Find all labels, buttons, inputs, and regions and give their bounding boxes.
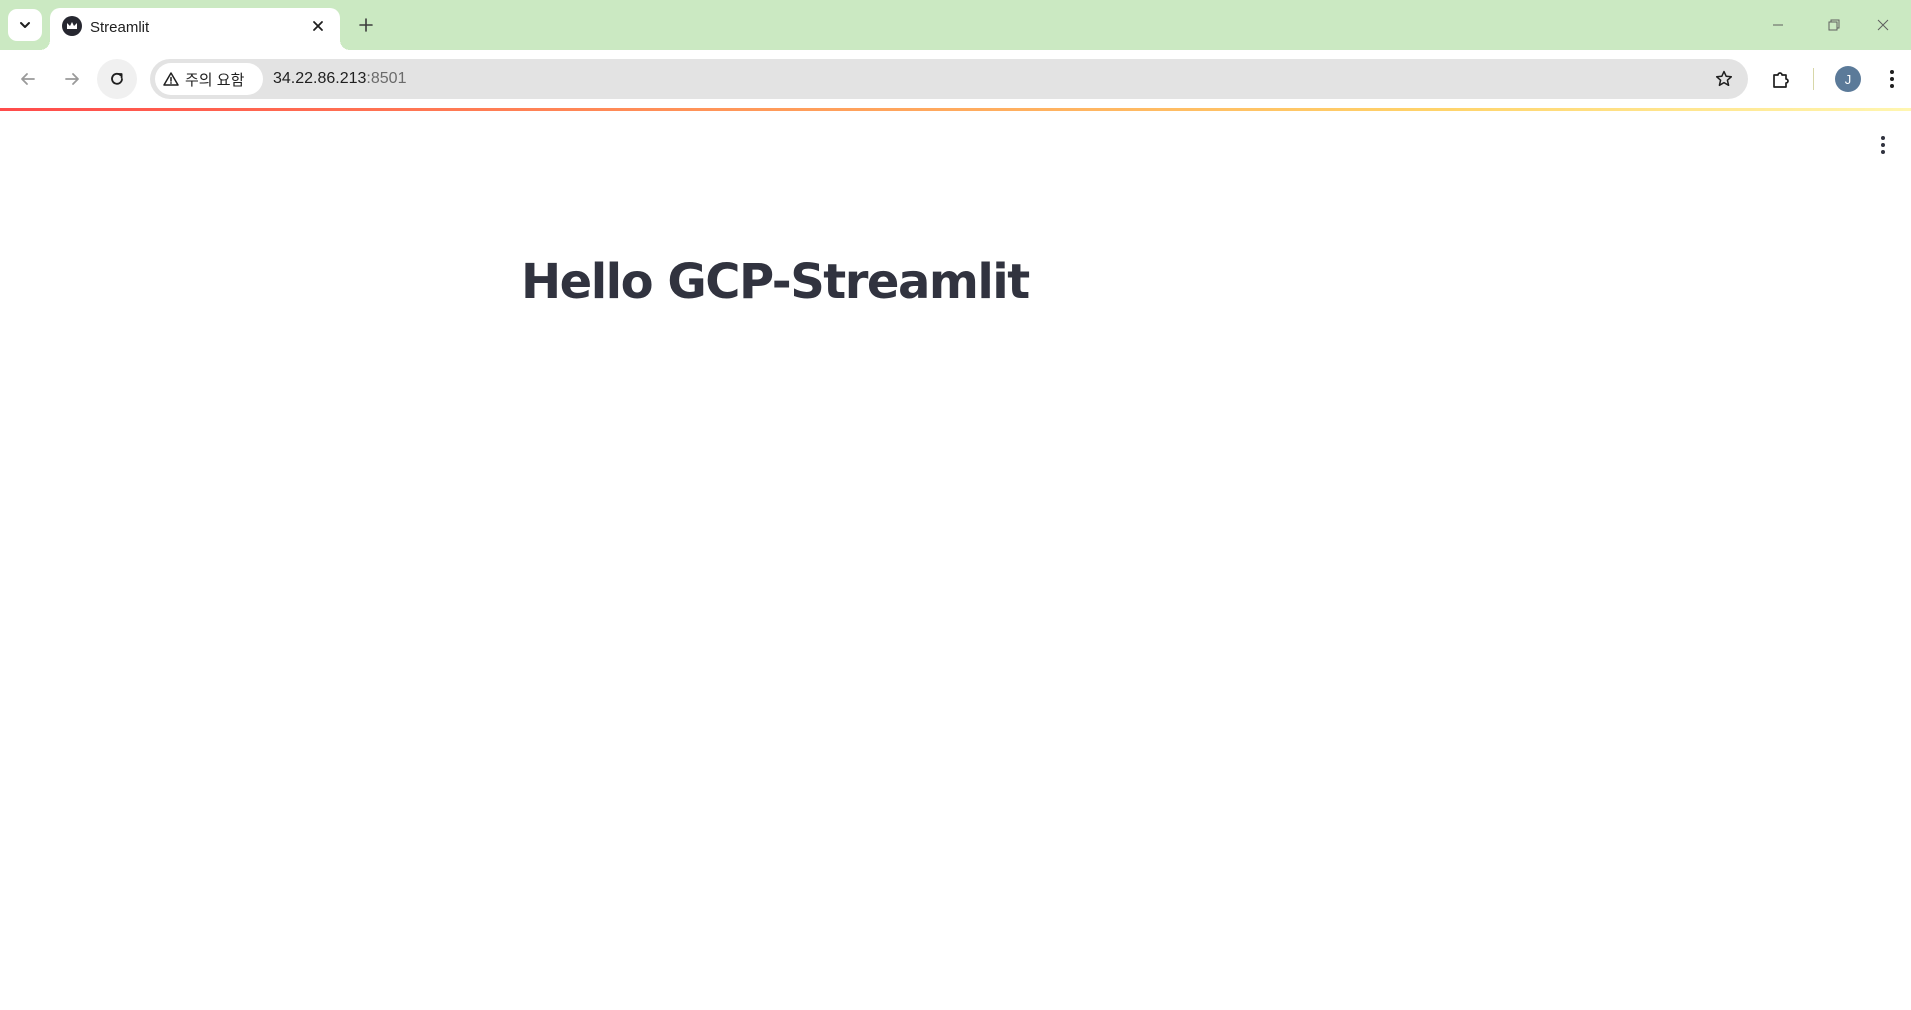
bookmark-button[interactable] <box>1712 67 1736 91</box>
tab-close-button[interactable] <box>306 14 330 38</box>
warning-icon <box>163 72 179 86</box>
url-port: :8501 <box>366 70 407 87</box>
browser-toolbar: 주의 요함 34.22.86.213:8501 J <box>0 50 1911 108</box>
address-bar[interactable]: 주의 요함 34.22.86.213:8501 <box>150 59 1748 99</box>
tab-title: Streamlit <box>90 19 150 36</box>
arrow-right-icon <box>65 73 79 85</box>
extensions-button[interactable] <box>1766 64 1796 94</box>
back-button[interactable] <box>8 59 48 99</box>
restore-button[interactable] <box>1806 0 1862 50</box>
arrow-left-icon <box>21 73 35 85</box>
profile-avatar[interactable]: J <box>1835 66 1861 92</box>
restore-icon <box>1828 19 1840 31</box>
chevron-down-icon <box>20 22 30 28</box>
forward-button[interactable] <box>52 59 92 99</box>
app-main-menu-button[interactable] <box>1869 131 1897 159</box>
puzzle-piece-icon <box>1773 72 1789 88</box>
security-chip-label: 주의 요함 <box>185 71 245 89</box>
browser-menu-button[interactable] <box>1877 64 1907 94</box>
close-icon <box>313 21 323 31</box>
minimize-button[interactable] <box>1750 0 1806 50</box>
minimize-icon <box>1773 24 1783 26</box>
url-host: 34.22.86.213 <box>273 70 367 87</box>
security-chip[interactable]: 주의 요함 <box>155 63 263 95</box>
star-icon <box>1715 70 1733 87</box>
close-window-icon <box>1877 19 1889 31</box>
plus-icon <box>359 18 373 32</box>
toolbar-separator <box>1813 68 1814 90</box>
browser-tab-strip: Streamlit <box>0 0 1911 50</box>
new-tab-button[interactable] <box>352 11 380 39</box>
streamlit-crown-icon <box>62 16 82 36</box>
browser-tab-active[interactable]: Streamlit <box>40 8 350 50</box>
reload-icon <box>111 72 123 85</box>
tab-search-button[interactable] <box>8 9 42 41</box>
url-text[interactable]: 34.22.86.213:8501 <box>273 70 406 88</box>
page-title: Hello GCP-Streamlit <box>521 254 1030 310</box>
streamlit-app-view: Hello GCP-Streamlit <box>0 111 1911 1010</box>
close-window-button[interactable] <box>1855 0 1911 50</box>
kebab-menu-icon <box>1881 136 1885 154</box>
kebab-menu-icon <box>1890 70 1894 88</box>
reload-button[interactable] <box>97 59 137 99</box>
